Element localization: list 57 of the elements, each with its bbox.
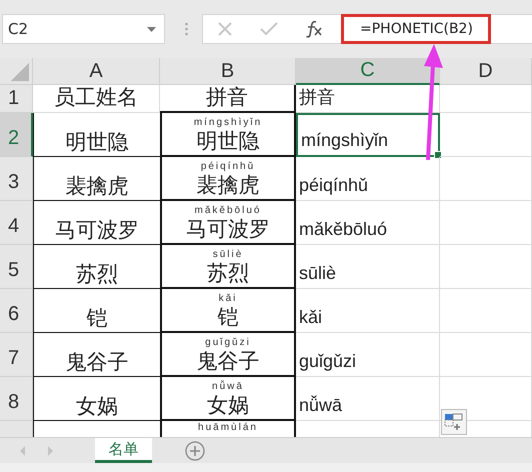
- cell-text: 女娲: [207, 392, 249, 417]
- table-cell: guǐgǔzi: [296, 333, 440, 377]
- select-all-icon[interactable]: [0, 58, 33, 85]
- pinyin-guide: sūliè: [212, 248, 244, 261]
- table-cell: 苏烈: [33, 245, 160, 289]
- table-cell: nǚwā: [296, 377, 440, 421]
- table-cell: péiqínhǔ: [296, 157, 440, 201]
- add-sheet-icon[interactable]: [185, 440, 205, 460]
- pinyin-guide: mǎkěbōluó: [194, 204, 262, 217]
- row-header[interactable]: 3: [0, 157, 33, 201]
- cell-text: 拼音: [206, 84, 248, 110]
- function-icon[interactable]: [305, 20, 323, 38]
- name-box[interactable]: C2: [2, 14, 165, 44]
- next-sheet-icon[interactable]: [47, 446, 53, 456]
- table-cell: 明世隐: [33, 113, 160, 157]
- table-cell: kǎi: [296, 289, 440, 333]
- table-cell: 拼音: [296, 85, 440, 113]
- checkmark-icon[interactable]: [260, 21, 278, 37]
- pinyin-guide: nǚwā: [212, 380, 244, 393]
- pinyin-guide: huāmùlán: [198, 422, 258, 434]
- column-header[interactable]: C: [296, 58, 440, 85]
- row-header[interactable]: 2: [0, 113, 33, 157]
- table-cell: 马可波罗: [33, 201, 160, 245]
- table-cell: 铠: [33, 289, 160, 333]
- column-header[interactable]: A: [33, 58, 160, 85]
- grip-icon: [185, 22, 188, 36]
- cell-text: 苏烈: [207, 260, 249, 285]
- cancel-icon[interactable]: [217, 21, 233, 37]
- row-header[interactable]: 7: [0, 333, 33, 377]
- cell-text: 马可波罗: [186, 216, 270, 241]
- table-cell: 裴擒虎: [33, 157, 160, 201]
- pinyin-guide: kǎi: [218, 292, 238, 305]
- row-header[interactable]: 6: [0, 289, 33, 333]
- cell-text: 铠: [218, 304, 238, 329]
- column-header[interactable]: B: [160, 58, 296, 85]
- table-cell: 女娲: [33, 377, 160, 421]
- cell-text: 明世隐: [196, 128, 260, 153]
- row-header[interactable]: 4: [0, 201, 33, 245]
- active-cell[interactable]: míngshìyǐn: [296, 113, 440, 157]
- row-header[interactable]: 1: [0, 85, 33, 113]
- sheet-tab[interactable]: 名单: [95, 438, 152, 463]
- formula-field[interactable]: =PHONETIC(B2): [341, 14, 491, 44]
- previous-sheet-icon[interactable]: [20, 446, 26, 456]
- cell-text: 鬼谷子: [196, 348, 260, 373]
- table-cell: mǎkěbōluó: [296, 201, 440, 245]
- row-header[interactable]: 8: [0, 377, 33, 421]
- table-cell: sūliè: [296, 245, 440, 289]
- row-header[interactable]: 5: [0, 245, 33, 289]
- paste-options-icon[interactable]: [441, 409, 467, 435]
- pinyin-guide: guǐgǔzi: [205, 336, 251, 349]
- pinyin-guide: péiqínhǔ: [200, 160, 256, 173]
- table-cell: 员工姓名: [33, 85, 160, 113]
- table-cell: 鬼谷子: [33, 333, 160, 377]
- cell-text: 裴擒虎: [196, 172, 260, 197]
- caret-icon: [147, 26, 156, 32]
- pinyin-guide: míngshìyǐn: [194, 116, 262, 129]
- column-header[interactable]: D: [440, 58, 532, 85]
